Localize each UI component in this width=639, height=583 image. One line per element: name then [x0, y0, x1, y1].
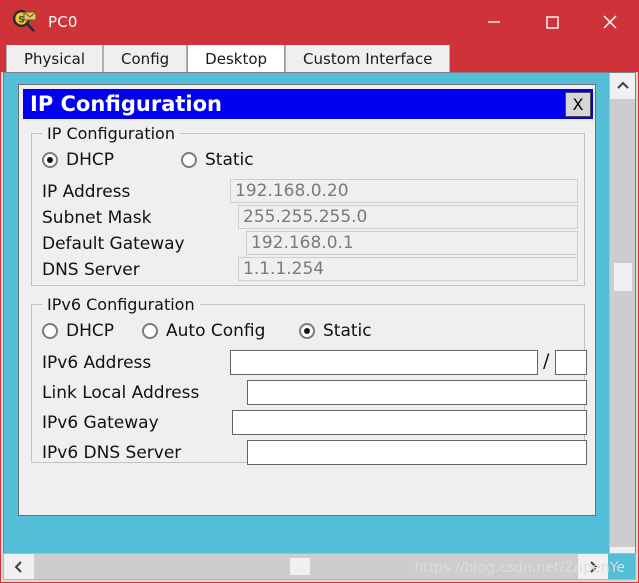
ip-address-label: IP Address	[42, 182, 131, 202]
ipv6-configuration-group: IPv6 Configuration DHCP Auto Config Stat…	[31, 295, 587, 465]
dialog-close-button[interactable]: X	[565, 91, 591, 117]
vertical-scrollbar-thumb[interactable]	[614, 263, 632, 291]
window-title: PC0	[48, 12, 78, 31]
maximize-icon[interactable]	[523, 0, 581, 43]
horizontal-scrollbar-thumb[interactable]	[290, 558, 310, 575]
tab-desktop[interactable]: Desktop	[187, 45, 286, 72]
packet-tracer-icon: S	[12, 9, 38, 35]
ipv6-mode-static[interactable]: Static	[299, 321, 372, 341]
device-tabbar: Physical Config Desktop Custom Interface	[0, 43, 639, 72]
default-gateway-input[interactable]: 192.168.0.1	[246, 231, 578, 255]
radio-ipv6-auto-config-icon[interactable]	[142, 323, 158, 339]
tab-custom-interface-label: Custom Interface	[303, 49, 433, 68]
ipv4-mode-dhcp[interactable]: DHCP	[42, 150, 114, 170]
ipv6-prefix-separator: /	[543, 350, 550, 372]
radio-dhcp-icon[interactable]	[42, 152, 58, 168]
ipv6-gateway-input[interactable]	[232, 410, 587, 435]
default-gateway-label: Default Gateway	[42, 234, 185, 254]
scrollbar-corner	[608, 554, 635, 579]
minimize-icon[interactable]	[465, 0, 523, 43]
window-controls	[465, 0, 639, 43]
ipv4-configuration-group: IP Configuration DHCP Static IP Address …	[31, 124, 585, 286]
link-local-address-input[interactable]	[247, 380, 587, 405]
tab-config-label: Config	[121, 49, 170, 68]
ipv4-mode-dhcp-label: DHCP	[66, 150, 114, 170]
dialog-title: IP Configuration	[30, 92, 222, 116]
desktop-client-area: Dialer Editor Firewall IP Configura	[3, 72, 636, 574]
ipv6-address-input[interactable]	[230, 350, 538, 375]
ipv6-dns-server-label: IPv6 DNS Server	[42, 443, 182, 463]
ipv6-address-label: IPv6 Address	[42, 353, 152, 373]
ip-configuration-dialog: IP Configuration X IP Configuration DHCP…	[18, 84, 596, 516]
ipv6-mode-dhcp[interactable]: DHCP	[42, 321, 114, 341]
tab-physical-label: Physical	[24, 49, 86, 68]
tab-physical[interactable]: Physical	[6, 45, 104, 72]
ipv6-group-legend: IPv6 Configuration	[42, 295, 200, 314]
chevron-up-icon[interactable]	[610, 73, 635, 99]
radio-ipv6-dhcp-icon[interactable]	[42, 323, 58, 339]
tab-desktop-label: Desktop	[205, 49, 268, 68]
subnet-mask-input[interactable]: 255.255.255.0	[238, 205, 578, 229]
ipv4-group-legend: IP Configuration	[42, 124, 180, 143]
tabstrip: Physical Config Desktop Custom Interface	[6, 45, 451, 72]
packet-tracer-device-window: S PC0 Physical Config Desktop Custom Int…	[0, 0, 639, 583]
vertical-scrollbar[interactable]	[609, 73, 635, 573]
ipv6-gateway-label: IPv6 Gateway	[42, 413, 159, 433]
dns-server-label: DNS Server	[42, 260, 140, 280]
ipv4-mode-static-label: Static	[205, 150, 254, 170]
tab-custom-interface[interactable]: Custom Interface	[285, 45, 451, 72]
horizontal-scrollbar[interactable]	[3, 553, 636, 580]
ipv6-mode-dhcp-label: DHCP	[66, 321, 114, 341]
dns-server-input[interactable]: 1.1.1.254	[238, 257, 578, 281]
ip-address-input[interactable]: 192.168.0.20	[230, 179, 578, 203]
ipv6-dns-server-input[interactable]	[247, 440, 587, 465]
ipv6-mode-auto-config[interactable]: Auto Config	[142, 321, 265, 341]
ipv6-mode-auto-config-label: Auto Config	[166, 321, 266, 341]
ipv4-mode-static[interactable]: Static	[181, 150, 254, 170]
chevron-left-icon[interactable]	[4, 554, 34, 579]
tab-config[interactable]: Config	[103, 45, 188, 72]
ipv6-mode-static-label: Static	[323, 321, 372, 341]
dialog-titlebar: IP Configuration X	[23, 89, 593, 119]
chevron-right-icon[interactable]	[578, 554, 608, 579]
radio-ipv6-static-icon[interactable]	[299, 323, 315, 339]
window-titlebar: S PC0	[0, 0, 639, 43]
close-icon[interactable]	[581, 0, 639, 43]
link-local-address-label: Link Local Address	[42, 383, 200, 403]
radio-static-icon[interactable]	[181, 152, 197, 168]
subnet-mask-label: Subnet Mask	[42, 208, 152, 228]
ipv6-prefix-input[interactable]	[555, 350, 587, 375]
